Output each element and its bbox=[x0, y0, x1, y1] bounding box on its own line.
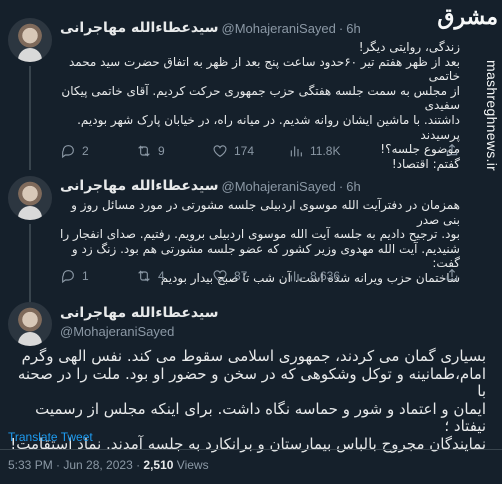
share-button[interactable] bbox=[444, 267, 460, 286]
translate-tweet-link[interactable]: Translate Tweet bbox=[8, 430, 93, 444]
tweet-meta: 5:33 PM · Jun 28, 2023 · 2,510 Views bbox=[8, 458, 209, 472]
retweet-count: 9 bbox=[158, 144, 165, 158]
tweet-1[interactable]: سیدعطاءالله مهاجرانی @MohajeraniSayed · … bbox=[0, 18, 478, 171]
reply-count: 1 bbox=[82, 269, 89, 283]
tweet-timestamp[interactable]: 5:33 PM · Jun 28, 2023 · bbox=[8, 458, 143, 472]
reply-count: 2 bbox=[82, 144, 89, 158]
share-icon bbox=[446, 268, 458, 280]
avatar[interactable] bbox=[8, 176, 52, 220]
views-icon bbox=[290, 271, 302, 282]
like-button[interactable]: 87 bbox=[212, 268, 288, 284]
retweet-count: 4 bbox=[158, 269, 165, 283]
separator-dot: · bbox=[338, 20, 344, 36]
like-count: 174 bbox=[234, 144, 255, 158]
views-count: 11.8K bbox=[310, 144, 341, 158]
views-total: 2,510 bbox=[143, 458, 174, 472]
main-display-name[interactable]: سیدعطاءالله مهاجرانی bbox=[60, 305, 219, 321]
retweet-icon bbox=[138, 270, 150, 282]
views-button[interactable]: 8,636 bbox=[288, 268, 364, 284]
retweet-icon bbox=[138, 145, 150, 157]
display-name[interactable]: سیدعطاءالله مهاجرانی bbox=[60, 20, 219, 36]
like-icon bbox=[213, 145, 227, 158]
tweet-2[interactable]: سیدعطاءالله مهاجرانی @MohajeraniSayed · … bbox=[0, 176, 478, 304]
share-button[interactable] bbox=[444, 142, 460, 161]
views-label: Views bbox=[173, 458, 209, 472]
divider bbox=[0, 449, 502, 450]
user-handle[interactable]: @MohajeraniSayed bbox=[222, 21, 336, 36]
views-button[interactable]: 11.8K bbox=[288, 143, 364, 159]
tweet-time[interactable]: 6h bbox=[346, 21, 360, 36]
tweet-time[interactable]: 6h bbox=[346, 179, 360, 194]
reply-button[interactable]: 1 bbox=[60, 268, 136, 284]
user-handle[interactable]: @MohajeraniSayed bbox=[222, 179, 336, 194]
retweet-button[interactable]: 4 bbox=[136, 268, 212, 284]
tweet-header: سیدعطاءالله مهاجرانی @MohajeraniSayed · … bbox=[60, 176, 460, 196]
reply-icon bbox=[62, 145, 74, 159]
reply-icon bbox=[62, 270, 74, 284]
views-count: 8,636 bbox=[310, 269, 341, 283]
share-icon bbox=[446, 143, 458, 155]
reply-button[interactable]: 2 bbox=[60, 143, 136, 159]
tweet-actions: 2 9 174 11.8K bbox=[60, 142, 460, 160]
retweet-button[interactable]: 9 bbox=[136, 143, 212, 159]
display-name[interactable]: سیدعطاءالله مهاجرانی bbox=[60, 178, 219, 194]
views-icon bbox=[290, 146, 302, 157]
thread-line bbox=[29, 224, 31, 304]
like-count: 87 bbox=[234, 269, 248, 283]
main-avatar[interactable] bbox=[8, 302, 52, 346]
like-button[interactable]: 174 bbox=[212, 143, 288, 159]
separator-dot: · bbox=[338, 178, 344, 194]
thread-line bbox=[29, 66, 31, 170]
main-user-handle[interactable]: @MohajeraniSayed bbox=[60, 324, 174, 339]
avatar[interactable] bbox=[8, 18, 52, 62]
tweet-header: سیدعطاءالله مهاجرانی @MohajeraniSayed · … bbox=[60, 18, 460, 38]
tweet-actions: 1 4 87 8,636 bbox=[60, 267, 460, 285]
watermark: mashreghnews.ir bbox=[484, 60, 500, 172]
like-icon bbox=[213, 270, 227, 283]
